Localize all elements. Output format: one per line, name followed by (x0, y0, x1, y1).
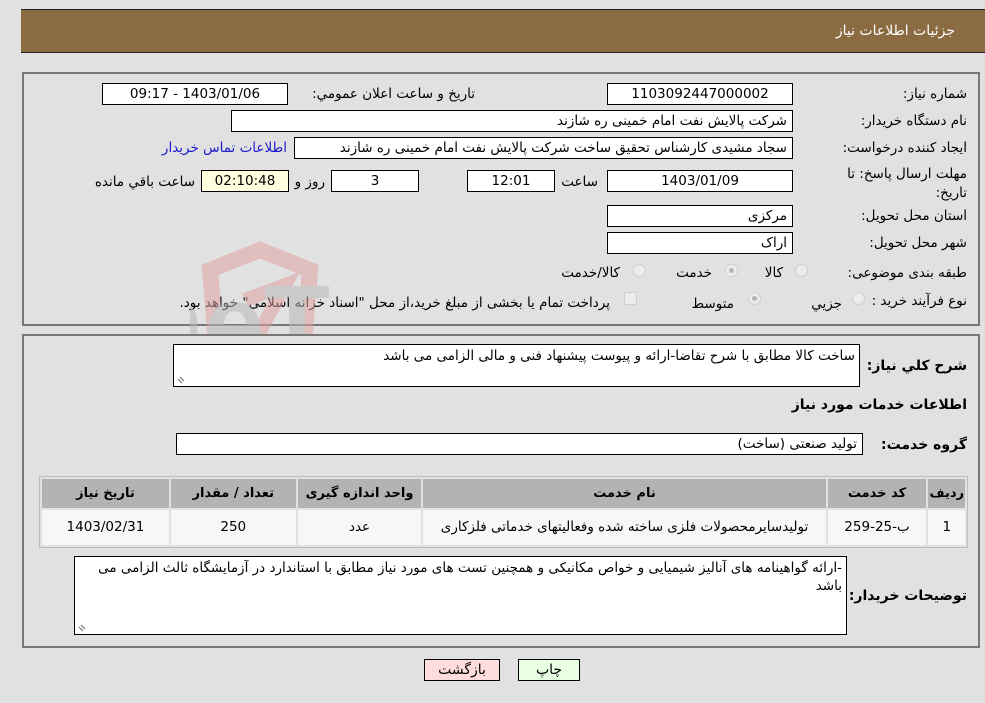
category-option-goods-service: کالا/خدمت (561, 265, 620, 281)
page-title: جزئیات اطلاعات نیاز (835, 23, 955, 39)
col-header-quantity: تعداد / مقدار (170, 479, 296, 508)
cell-need-date: 1403/02/31 (42, 510, 169, 545)
process-label: نوع فرآيند خريد : (871, 293, 967, 309)
process-option-minor: جزيي (811, 296, 842, 312)
category-radio-service[interactable] (725, 264, 738, 277)
treasury-note: پرداخت تمام يا بخشی از مبلغ خريد،از محل … (179, 295, 610, 311)
category-option-service: خدمت (676, 265, 712, 281)
time-remaining-field[interactable]: 02:10:48 (201, 170, 289, 192)
province-label: استان محل تحويل: (861, 208, 967, 224)
cell-unit: عدد (297, 510, 422, 545)
services-table: رديف کد خدمت نام خدمت واحد اندازه گيری ت… (39, 476, 968, 548)
deadline-time-label: ساعت (561, 174, 598, 190)
city-field[interactable]: اراک (607, 232, 793, 254)
services-heading: اطلاعات خدمات مورد نياز (791, 397, 967, 413)
buyer-contact-link[interactable]: اطلاعات تماس خريدار (162, 140, 287, 156)
buyer-notes-text: -ارائه گواهینامه های آنالیز شیمیایی و خو… (98, 560, 842, 594)
time-remaining-label: ساعت باقي مانده (94, 174, 195, 190)
process-radio-minor[interactable] (852, 292, 865, 305)
description-label: شرح کلي نياز: (866, 358, 967, 374)
days-label: روز و (294, 174, 325, 190)
cell-quantity: 250 (170, 510, 296, 545)
process-option-medium: متوسط (691, 296, 734, 312)
buyer-org-field[interactable]: شرکت پالایش نفت امام خمینی ره شازند (231, 110, 793, 132)
category-radio-goods-service[interactable] (633, 264, 646, 277)
cell-service-name: تولیدسایرمحصولات فلزی ساخته شده وفعالیته… (423, 510, 826, 545)
page-header: جزئیات اطلاعات نیاز (21, 9, 985, 53)
description-text: ساخت کالا مطابق با شرح تقاضا-ارائه و پیو… (383, 348, 855, 364)
announce-date-field[interactable]: 1403/01/06 - 09:17 (102, 83, 288, 105)
creator-field[interactable]: سجاد مشیدی کارشناس تحقیق ساخت شرکت پالای… (294, 137, 793, 159)
print-button[interactable]: چاپ (518, 659, 580, 681)
announce-date-label: تاريخ و ساعت اعلان عمومي: (312, 86, 475, 102)
col-header-unit: واحد اندازه گيری (297, 479, 422, 508)
category-radio-goods[interactable] (795, 264, 808, 277)
city-label: شهر محل تحويل: (869, 235, 967, 251)
col-header-row-number: رديف (928, 479, 965, 508)
need-number-field[interactable]: 1103092447000002 (607, 83, 793, 105)
back-button[interactable]: بازگشت (424, 659, 500, 681)
deadline-label: مهلت ارسال پاسخ: تا تاريخ: (847, 166, 967, 201)
process-radio-medium[interactable] (748, 292, 761, 305)
table-row: 1 ب-25-259 تولیدسایرمحصولات فلزی ساخته ش… (42, 510, 965, 545)
treasury-checkbox[interactable] (624, 292, 637, 305)
col-header-service-name: نام خدمت (423, 479, 826, 508)
deadline-date-field[interactable]: 1403/01/09 (607, 170, 793, 192)
buyer-notes-textarea[interactable]: -ارائه گواهینامه های آنالیز شیمیایی و خو… (74, 556, 847, 635)
category-label: طبقه بندی موضوعی: (847, 265, 967, 281)
buyer-org-label: نام دستگاه خريدار: (860, 113, 967, 129)
cell-service-code: ب-25-259 (827, 510, 927, 545)
category-option-goods: کالا (764, 265, 783, 281)
table-header-row: رديف کد خدمت نام خدمت واحد اندازه گيری ت… (42, 479, 965, 508)
description-textarea[interactable]: ساخت کالا مطابق با شرح تقاضا-ارائه و پیو… (173, 344, 860, 387)
resize-grip-icon[interactable] (176, 374, 186, 384)
need-number-label: شماره نیاز: (902, 86, 967, 102)
col-header-service-code: کد خدمت (827, 479, 927, 508)
buyer-notes-label: توضيحات خريدار: (848, 588, 967, 604)
resize-grip-icon[interactable] (77, 622, 87, 632)
service-group-label: گروه خدمت: (881, 437, 967, 453)
cell-row-number: 1 (928, 510, 965, 545)
service-group-field[interactable]: تولید صنعتی (ساخت) (176, 433, 863, 455)
province-field[interactable]: مرکزی (607, 205, 793, 227)
col-header-need-date: تاريخ نياز (42, 479, 169, 508)
days-remaining-field[interactable]: 3 (331, 170, 419, 192)
creator-label: ايجاد کننده درخواست: (842, 140, 967, 156)
deadline-time-field[interactable]: 12:01 (467, 170, 555, 192)
